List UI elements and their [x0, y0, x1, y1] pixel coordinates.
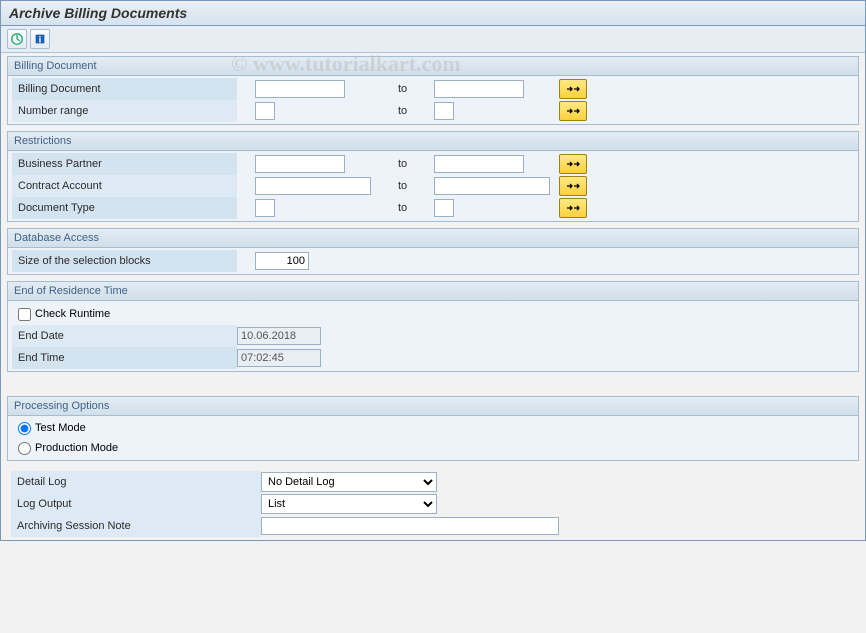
label-log-output: Log Output	[11, 493, 261, 515]
group-processing-options: Processing Options Test Mode Production …	[7, 396, 859, 461]
check-runtime-checkbox[interactable]	[18, 308, 31, 321]
contract-account-from-input[interactable]	[255, 177, 371, 195]
test-mode-radio[interactable]	[18, 422, 31, 435]
multiple-selection-button[interactable]	[559, 79, 587, 99]
label-billing-document: Billing Document	[12, 78, 237, 100]
to-label: to	[397, 105, 424, 117]
end-time-display	[237, 349, 321, 367]
test-mode-label: Test Mode	[35, 422, 86, 434]
number-range-to-input[interactable]	[434, 102, 454, 120]
to-label: to	[397, 180, 424, 192]
group-billing-document: Billing Document Billing Document to Num…	[7, 56, 859, 125]
to-label: to	[397, 202, 424, 214]
info-button[interactable]: i	[30, 29, 50, 49]
production-mode-label: Production Mode	[35, 442, 118, 454]
selection-blocks-input[interactable]	[255, 252, 309, 270]
label-end-date: End Date	[12, 325, 237, 347]
group-database-access: Database Access Size of the selection bl…	[7, 228, 859, 275]
group-header: End of Residence Time	[8, 282, 858, 301]
to-label: to	[397, 158, 424, 170]
multiple-selection-button[interactable]	[559, 154, 587, 174]
group-restrictions: Restrictions Business Partner to Contrac…	[7, 131, 859, 222]
number-range-from-input[interactable]	[255, 102, 275, 120]
document-type-from-input[interactable]	[255, 199, 275, 217]
label-selection-blocks: Size of the selection blocks	[12, 250, 237, 272]
billing-document-to-input[interactable]	[434, 80, 524, 98]
business-partner-from-input[interactable]	[255, 155, 345, 173]
group-header: Billing Document	[8, 57, 858, 76]
group-header: Database Access	[8, 229, 858, 248]
label-number-range: Number range	[12, 100, 237, 122]
multiple-selection-button[interactable]	[559, 101, 587, 121]
label-document-type: Document Type	[12, 197, 237, 219]
detail-log-select[interactable]: No Detail Log	[261, 472, 437, 492]
group-residence-time: End of Residence Time Check Runtime End …	[7, 281, 859, 372]
label-business-partner: Business Partner	[12, 153, 237, 175]
check-runtime-label: Check Runtime	[35, 308, 110, 320]
document-type-to-input[interactable]	[434, 199, 454, 217]
label-detail-log: Detail Log	[11, 471, 261, 493]
contract-account-to-input[interactable]	[434, 177, 550, 195]
to-label: to	[397, 83, 424, 95]
multiple-selection-button[interactable]	[559, 176, 587, 196]
label-end-time: End Time	[12, 347, 237, 369]
group-header: Processing Options	[8, 397, 858, 416]
end-date-display	[237, 327, 321, 345]
production-mode-radio[interactable]	[18, 442, 31, 455]
business-partner-to-input[interactable]	[434, 155, 524, 173]
group-header: Restrictions	[8, 132, 858, 151]
svg-text:i: i	[39, 35, 42, 46]
label-contract-account: Contract Account	[12, 175, 237, 197]
billing-document-from-input[interactable]	[255, 80, 345, 98]
execute-button[interactable]	[7, 29, 27, 49]
log-output-select[interactable]: List	[261, 494, 437, 514]
archiving-note-input[interactable]	[261, 517, 559, 535]
label-archiving-note: Archiving Session Note	[11, 515, 261, 537]
toolbar: i © www.tutorialkart.com	[1, 26, 865, 53]
multiple-selection-button[interactable]	[559, 198, 587, 218]
page-title: Archive Billing Documents	[1, 1, 865, 26]
